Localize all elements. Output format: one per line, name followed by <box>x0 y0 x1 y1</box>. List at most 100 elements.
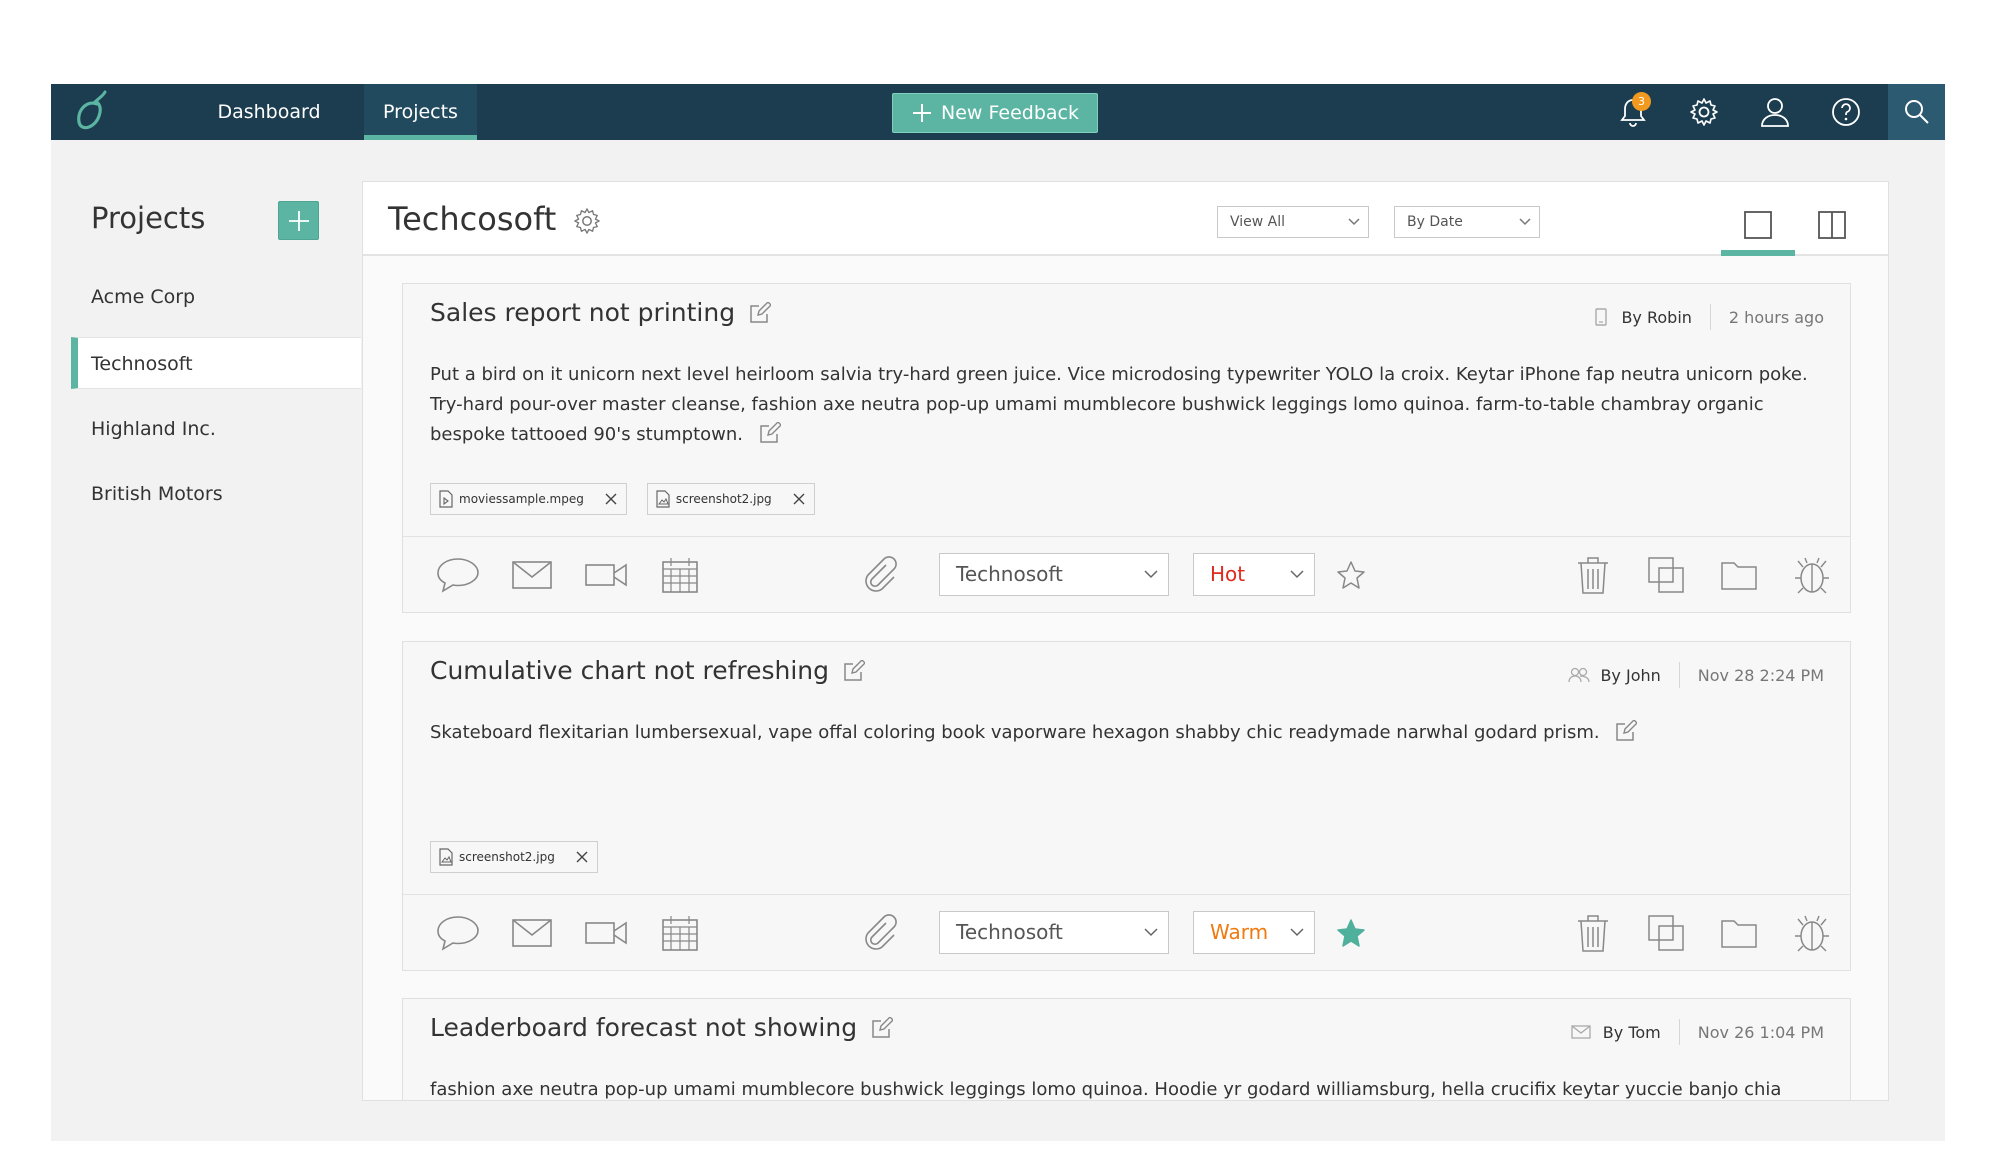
temperature-value: Hot <box>1210 562 1246 586</box>
add-project-button[interactable] <box>278 201 319 240</box>
calendar-icon <box>662 916 698 951</box>
schedule-button[interactable] <box>657 913 703 953</box>
profile-button[interactable] <box>1757 94 1793 130</box>
chevron-down-icon <box>1144 928 1158 937</box>
duplicate-button[interactable] <box>1643 913 1689 953</box>
split-column-icon <box>1818 211 1846 239</box>
schedule-button[interactable] <box>657 555 703 595</box>
app-logo-icon <box>77 90 107 130</box>
attachment-name: screenshot2.jpg <box>459 850 555 864</box>
feedback-card: Cumulative chart not refreshing By John … <box>402 641 1851 971</box>
attachment-name: moviessample.mpeg <box>459 492 584 506</box>
move-to-folder-button[interactable] <box>1716 555 1762 595</box>
report-bug-button[interactable] <box>1789 555 1835 595</box>
single-column-icon <box>1744 211 1772 239</box>
move-to-folder-button[interactable] <box>1716 913 1762 953</box>
app-window: Dashboard Projects New Feedback 3 Projec… <box>51 84 1945 1141</box>
calendar-icon <box>662 558 698 593</box>
temperature-select[interactable]: Warm <box>1193 911 1315 954</box>
edit-icon[interactable] <box>749 301 772 324</box>
close-icon[interactable] <box>604 492 618 506</box>
trash-icon <box>1578 557 1608 594</box>
feedback-author: By Robin <box>1621 307 1692 327</box>
project-settings-icon[interactable] <box>573 207 601 235</box>
feedback-title: Leaderboard forecast not showing <box>430 1013 894 1042</box>
single-view-button[interactable] <box>1721 196 1795 256</box>
star-button[interactable] <box>1328 913 1374 953</box>
folder-icon <box>1721 920 1757 948</box>
feedback-body-text: fashion axe neutra pop-up umami mumbleco… <box>430 1079 1782 1100</box>
video-camera-icon <box>585 563 627 587</box>
delete-button[interactable] <box>1570 555 1616 595</box>
sort-value: By Date <box>1407 214 1463 230</box>
attachments: screenshot2.jpg <box>430 841 598 873</box>
edit-icon[interactable] <box>1615 719 1639 742</box>
project-select[interactable]: Technosoft <box>939 911 1169 954</box>
feedback-title-text: Cumulative chart not refreshing <box>430 656 830 685</box>
chevron-down-icon <box>1519 218 1531 226</box>
email-button[interactable] <box>509 913 555 953</box>
search-icon <box>1904 100 1929 124</box>
notifications-button[interactable]: 3 <box>1615 92 1651 130</box>
feedback-author: By Tom <box>1602 1022 1661 1042</box>
feedback-body: fashion axe neutra pop-up umami mumbleco… <box>430 1075 1822 1100</box>
tab-projects[interactable]: Projects <box>364 84 477 140</box>
comment-icon <box>437 558 479 593</box>
video-call-button[interactable] <box>583 913 629 953</box>
sort-select[interactable]: By Date <box>1394 206 1540 238</box>
attachment-chip[interactable]: moviessample.mpeg <box>430 483 627 515</box>
attachment-chip[interactable]: screenshot2.jpg <box>430 841 598 873</box>
sidebar-item-acme-corp[interactable]: Acme Corp <box>71 271 361 323</box>
video-file-icon <box>439 490 453 508</box>
temperature-select[interactable]: Hot <box>1193 553 1315 596</box>
edit-icon[interactable] <box>759 421 782 444</box>
comment-button[interactable] <box>435 913 481 953</box>
view-filter-select[interactable]: View All <box>1217 206 1369 238</box>
star-outline-icon <box>1337 561 1365 589</box>
split-view-button[interactable] <box>1795 196 1869 254</box>
attach-button[interactable] <box>857 555 903 595</box>
meta-divider <box>1678 1019 1680 1045</box>
view-filter-value: View All <box>1230 214 1286 230</box>
email-button[interactable] <box>509 555 555 595</box>
close-icon[interactable] <box>575 850 589 864</box>
mail-icon <box>1571 1025 1591 1039</box>
new-feedback-label: New Feedback <box>941 102 1079 124</box>
phone-icon <box>1595 308 1608 326</box>
settings-button[interactable] <box>1686 94 1722 130</box>
feedback-body-text: Skateboard flexitarian lumbersexual, vap… <box>430 722 1600 743</box>
gear-icon <box>1690 98 1718 126</box>
feedback-time: Nov 26 1:04 PM <box>1697 1022 1824 1042</box>
folder-icon <box>1721 562 1757 590</box>
sidebar-item-technosoft[interactable]: Technosoft <box>71 337 361 389</box>
search-button[interactable] <box>1888 84 1945 140</box>
feedback-card: Leaderboard forecast not showing By Tom … <box>402 998 1851 1100</box>
notification-count-badge: 3 <box>1632 92 1651 111</box>
sidebar-item-british-motors[interactable]: British Motors <box>71 468 361 520</box>
attach-button[interactable] <box>857 913 903 953</box>
edit-icon[interactable] <box>871 1016 894 1039</box>
star-button[interactable] <box>1328 555 1374 595</box>
edit-icon[interactable] <box>843 659 866 682</box>
mail-icon <box>512 561 552 589</box>
delete-button[interactable] <box>1570 913 1616 953</box>
chevron-down-icon <box>1144 570 1158 579</box>
feedback-author: By John <box>1600 665 1661 685</box>
chevron-down-icon <box>1348 218 1360 226</box>
attachment-chip[interactable]: screenshot2.jpg <box>646 483 815 515</box>
new-feedback-button[interactable]: New Feedback <box>892 93 1098 133</box>
comment-button[interactable] <box>435 555 481 595</box>
report-bug-button[interactable] <box>1789 913 1835 953</box>
project-select[interactable]: Technosoft <box>939 553 1169 596</box>
feedback-meta: By Tom Nov 26 1:04 PM <box>1571 1019 1824 1045</box>
feedback-panel: Techcosoft View All By Date Sales report… <box>362 181 1889 1101</box>
help-button[interactable] <box>1828 94 1864 130</box>
sidebar-item-highland-inc[interactable]: Highland Inc. <box>71 403 361 455</box>
video-call-button[interactable] <box>583 555 629 595</box>
duplicate-button[interactable] <box>1643 555 1689 595</box>
feedback-actions-toolbar: Technosoft Warm <box>403 894 1850 970</box>
close-icon[interactable] <box>792 492 806 506</box>
tab-dashboard[interactable]: Dashboard <box>209 84 329 140</box>
copy-icon <box>1648 557 1684 593</box>
meta-divider <box>1678 662 1680 688</box>
